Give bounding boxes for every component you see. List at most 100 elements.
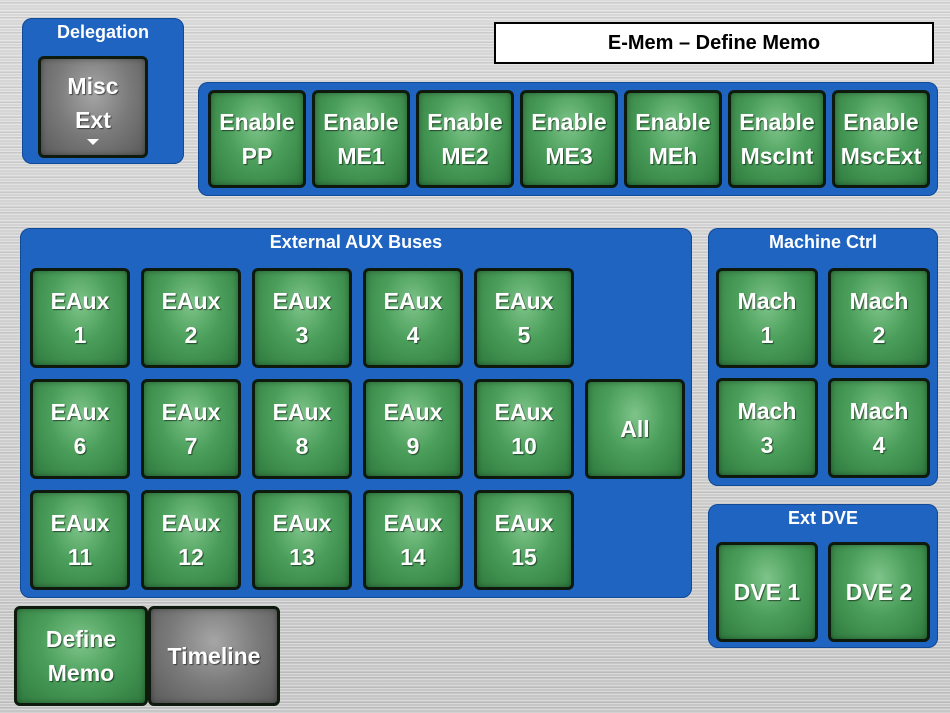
dve-2-button[interactable]: DVE 2	[828, 542, 930, 642]
button-line2: 11	[67, 544, 93, 570]
button-line1: EAux	[494, 399, 554, 425]
button-line2: 5	[517, 322, 531, 348]
button-line2: 2	[184, 322, 198, 348]
tab-line1: Define	[45, 626, 117, 652]
button-line1: EAux	[50, 510, 110, 536]
button-line1: Enable	[323, 109, 399, 135]
enable-me2-button[interactable]: Enable ME2	[416, 90, 514, 188]
button-line2: 1	[760, 322, 774, 348]
tab-define-memo[interactable]: Define Memo	[14, 606, 148, 706]
machine-panel: Machine Ctrl Mach 1 Mach 2 Mach 3 Mach 4	[708, 228, 938, 486]
eaux-15-button[interactable]: EAux 15	[474, 490, 574, 590]
button-line2: MEh	[648, 143, 698, 169]
button-line1: EAux	[272, 288, 332, 314]
mach-1-button[interactable]: Mach 1	[716, 268, 818, 368]
button-line1: EAux	[50, 399, 110, 425]
eaux-1-button[interactable]: EAux 1	[30, 268, 130, 368]
eaux-2-button[interactable]: EAux 2	[141, 268, 241, 368]
eaux-9-button[interactable]: EAux 9	[363, 379, 463, 479]
enable-mscext-button[interactable]: Enable MscExt	[832, 90, 930, 188]
button-line2: 15	[511, 544, 537, 570]
button-line1: Enable	[635, 109, 711, 135]
delegation-misc-ext-button[interactable]: Misc Ext	[38, 56, 148, 158]
machine-title: Machine Ctrl	[768, 232, 878, 252]
enable-me1-button[interactable]: Enable ME1	[312, 90, 410, 188]
button-line1: Enable	[739, 109, 815, 135]
dve-1-button[interactable]: DVE 1	[716, 542, 818, 642]
tab-label: Timeline	[167, 643, 261, 669]
button-line1: Enable	[531, 109, 607, 135]
dve-title: Ext DVE	[787, 508, 859, 528]
button-line1: EAux	[383, 510, 443, 536]
eaux-10-button[interactable]: EAux 10	[474, 379, 574, 479]
button-line1: EAux	[272, 399, 332, 425]
aux-panel: External AUX Buses EAux 1 EAux 2 EAux 3 …	[20, 228, 692, 598]
button-line2: 2	[872, 322, 886, 348]
button-line2: MscExt	[840, 143, 922, 169]
button-line2: 8	[295, 433, 309, 459]
button-line2: 13	[289, 544, 315, 570]
eaux-6-button[interactable]: EAux 6	[30, 379, 130, 479]
button-label: DVE 2	[845, 579, 913, 605]
mach-3-button[interactable]: Mach 3	[716, 378, 818, 478]
button-label: DVE 1	[733, 579, 801, 605]
button-line2: 3	[760, 432, 774, 458]
eaux-4-button[interactable]: EAux 4	[363, 268, 463, 368]
caret-down-icon	[87, 139, 99, 145]
button-line1: EAux	[161, 510, 221, 536]
button-line2: 12	[178, 544, 204, 570]
eaux-13-button[interactable]: EAux 13	[252, 490, 352, 590]
button-line2: 7	[184, 433, 198, 459]
delegation-panel: Delegation Misc Ext	[22, 18, 184, 164]
tab-line2: Memo	[47, 660, 115, 686]
button-line1: Enable	[427, 109, 503, 135]
button-line1: EAux	[383, 399, 443, 425]
button-label: All	[620, 416, 650, 442]
mach-4-button[interactable]: Mach 4	[828, 378, 930, 478]
tab-timeline[interactable]: Timeline	[148, 606, 280, 706]
button-line2: 9	[406, 433, 420, 459]
page-title-box: E-Mem – Define Memo	[494, 22, 934, 64]
button-line1: Mach	[737, 288, 797, 314]
eaux-5-button[interactable]: EAux 5	[474, 268, 574, 368]
button-line1: Mach	[849, 288, 909, 314]
button-line2: 3	[295, 322, 309, 348]
button-line2: ME3	[545, 143, 593, 169]
aux-title: External AUX Buses	[269, 232, 443, 252]
delegation-title: Delegation	[56, 22, 149, 42]
button-line2: 10	[511, 433, 537, 459]
enable-me3-button[interactable]: Enable ME3	[520, 90, 618, 188]
eaux-7-button[interactable]: EAux 7	[141, 379, 241, 479]
button-line2: 4	[406, 322, 420, 348]
mach-2-button[interactable]: Mach 2	[828, 268, 930, 368]
dve-panel: Ext DVE DVE 1 DVE 2	[708, 504, 938, 648]
button-line2: PP	[241, 143, 273, 169]
eaux-12-button[interactable]: EAux 12	[141, 490, 241, 590]
eaux-3-button[interactable]: EAux 3	[252, 268, 352, 368]
button-line2: 6	[73, 433, 87, 459]
enable-panel: Enable PP Enable ME1 Enable ME2 Enable M…	[198, 82, 938, 196]
button-line2: MscInt	[740, 143, 814, 169]
button-line2: 4	[872, 432, 886, 458]
button-line1: Mach	[849, 398, 909, 424]
enable-pp-button[interactable]: Enable PP	[208, 90, 306, 188]
button-line2: ME2	[441, 143, 489, 169]
button-line1: Enable	[843, 109, 919, 135]
button-line1: Mach	[737, 398, 797, 424]
button-line1: EAux	[494, 288, 554, 314]
enable-mscint-button[interactable]: Enable MscInt	[728, 90, 826, 188]
button-line1: EAux	[161, 399, 221, 425]
button-line1: Misc	[67, 73, 119, 99]
button-line1: EAux	[161, 288, 221, 314]
button-line2: Ext	[75, 107, 111, 133]
eaux-all-button[interactable]: All	[585, 379, 685, 479]
eaux-11-button[interactable]: EAux 11	[30, 490, 130, 590]
page-title: E-Mem – Define Memo	[607, 31, 821, 54]
eaux-14-button[interactable]: EAux 14	[363, 490, 463, 590]
button-line2: 1	[73, 322, 87, 348]
button-line1: EAux	[494, 510, 554, 536]
eaux-8-button[interactable]: EAux 8	[252, 379, 352, 479]
enable-meh-button[interactable]: Enable MEh	[624, 90, 722, 188]
button-line1: EAux	[272, 510, 332, 536]
button-line1: EAux	[383, 288, 443, 314]
